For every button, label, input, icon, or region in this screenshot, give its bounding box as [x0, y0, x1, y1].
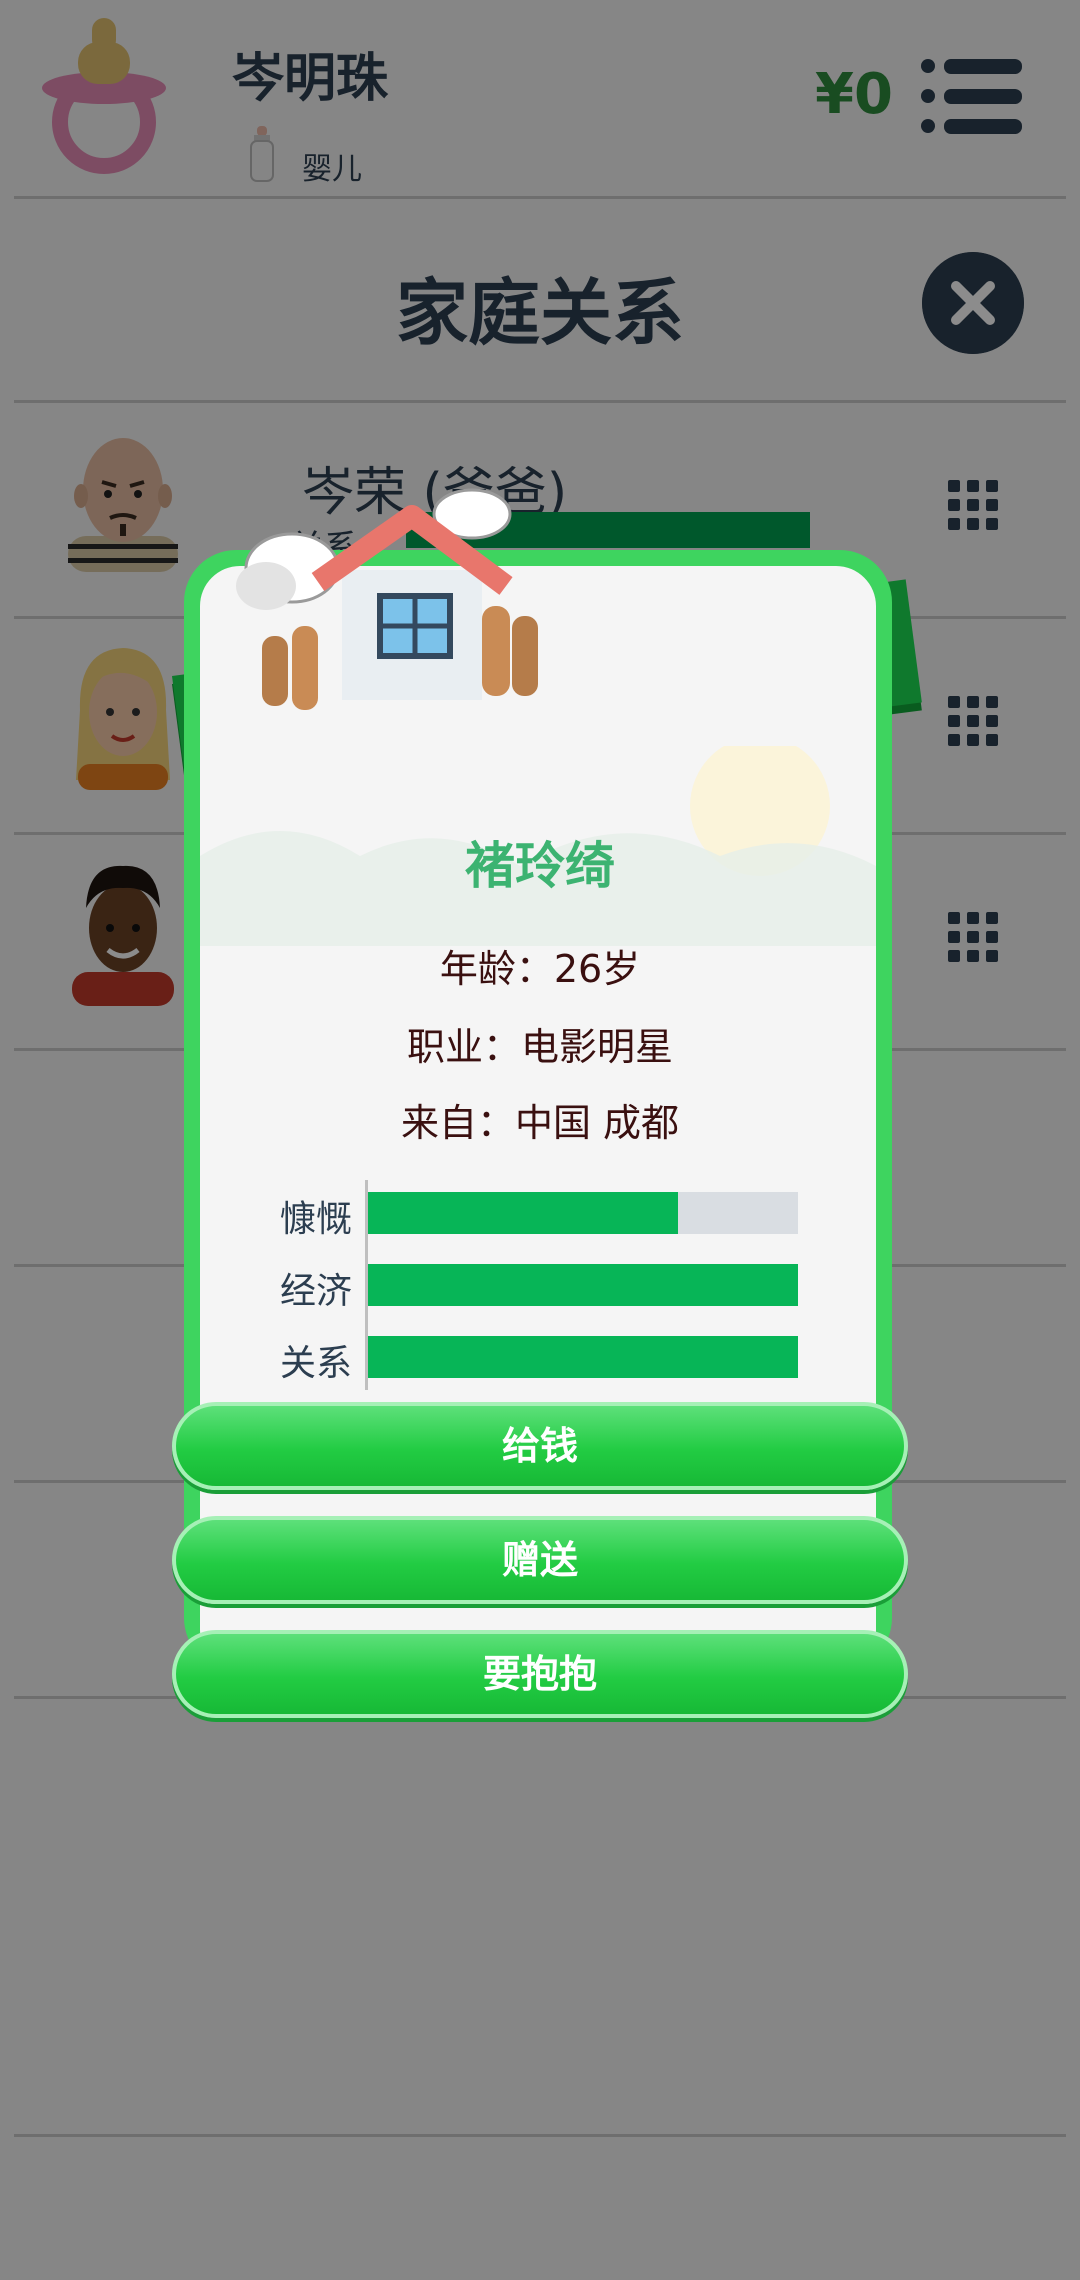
job-line: 职业：电影明星 — [406, 1025, 673, 1069]
origin-line: 来自：中国 成都 — [400, 1101, 680, 1145]
stat-fill — [368, 1264, 798, 1306]
age-line: 年龄：26岁 — [439, 947, 641, 991]
give-money-button[interactable]: 给钱 — [172, 1402, 908, 1490]
person-name: 褚玲绮 — [465, 837, 615, 895]
stat-fill — [368, 1192, 678, 1234]
stat-label-economy: 经济 — [279, 1271, 352, 1312]
stat-label-generosity: 慷慨 — [279, 1199, 352, 1240]
house-icon — [236, 488, 538, 710]
stat-label-relationship: 关系 — [279, 1343, 352, 1384]
stat-bar-relationship — [368, 1336, 798, 1378]
stat-bar-economy — [368, 1264, 798, 1306]
give-gift-button[interactable]: 赠送 — [172, 1516, 908, 1604]
stat-fill — [368, 1336, 798, 1378]
ask-hug-button[interactable]: 要抱抱 — [172, 1630, 908, 1718]
stat-bar-generosity — [368, 1192, 798, 1234]
